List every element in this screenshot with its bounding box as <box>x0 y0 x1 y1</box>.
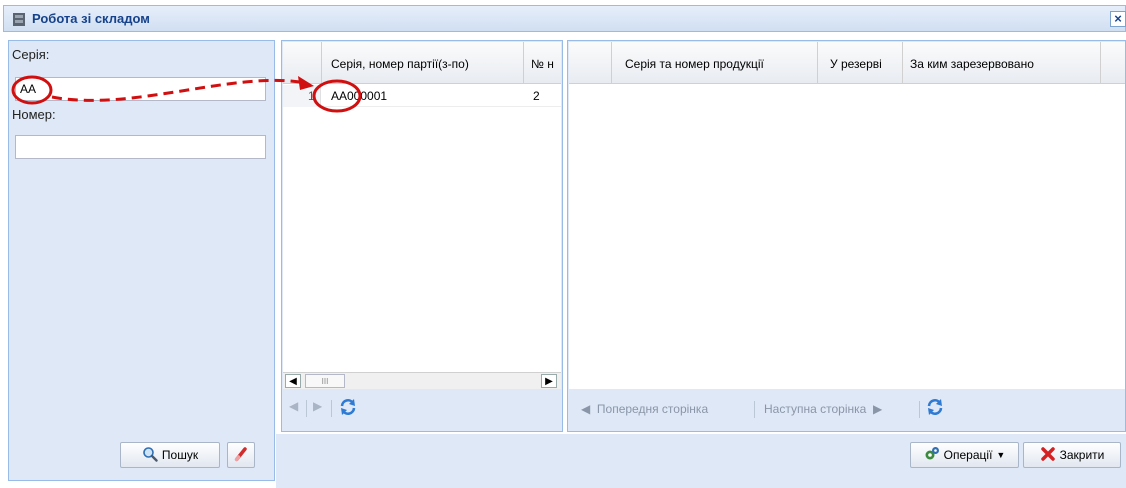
warehouse-window: Робота зі складом × Серія: Номер: Пошук <box>0 0 1126 488</box>
annotation-circle <box>11 75 53 105</box>
annotation-overlay <box>11 75 362 113</box>
annotation-arrowhead <box>298 76 314 90</box>
annotation-circle <box>312 79 362 113</box>
annotation-arrow <box>51 78 301 102</box>
